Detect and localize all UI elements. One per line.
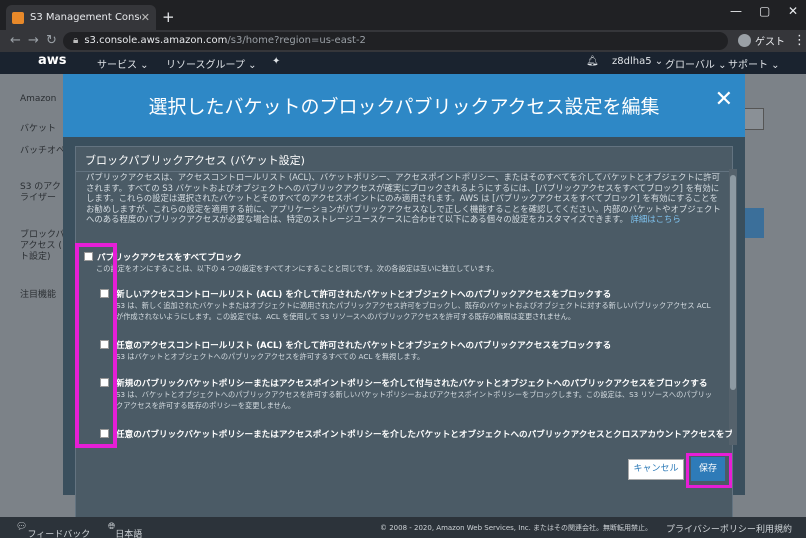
browser-toolbar: ← → ↻ 🔒︎ s3.console.aws.amazon.com/s3/hom… <box>0 30 806 52</box>
support-menu[interactable]: サポート ⌄ <box>728 56 780 71</box>
profile-label: ゲスト <box>755 37 785 48</box>
language-label: 日本語 <box>115 530 143 538</box>
feedback-link[interactable]: 💬︎ フィードバック <box>16 522 90 538</box>
maximize-button[interactable]: ▢ <box>759 4 770 18</box>
browser-tabstrip: S3 Management Console ✕ + — ▢ ✕ <box>0 0 806 30</box>
background-dropdown <box>742 108 764 130</box>
profile-button[interactable]: ゲスト <box>738 33 785 48</box>
opt1-description: S3 は、新しく追加されたバケットまたはオブジェクトに適用されたパブリックアクセ… <box>116 301 711 321</box>
terms-link[interactable]: 利用規約 <box>756 522 792 535</box>
bell-icon[interactable]: 🔔︎ <box>586 56 599 67</box>
back-arrow-icon[interactable]: ← <box>10 33 21 48</box>
close-icon[interactable]: ✕ <box>715 87 733 112</box>
modal-header: 選択したバケットのブロックパブリックアクセス設定を編集 ✕ <box>63 74 745 137</box>
minimize-button[interactable]: — <box>730 4 742 18</box>
menu-kebab-icon[interactable]: ⋮ <box>793 33 806 48</box>
avatar-icon <box>738 34 751 47</box>
opt4-label: 任意のパブリックバケットポリシーまたはアクセスポイントポリシーを介したバケットと… <box>116 430 732 440</box>
sidebar-item-block-public-access[interactable]: ブロックパ アクセス ( ト設定) <box>20 230 65 263</box>
aws-favicon-icon <box>12 11 24 24</box>
save-highlight-box <box>686 453 732 488</box>
privacy-link[interactable]: プライバシーポリシー <box>666 522 756 535</box>
block-all-label: パブリックアクセスをすべてブロック <box>97 253 242 263</box>
section-title: ブロックパブリックアクセス (バケット設定) <box>85 154 305 167</box>
browser-tab[interactable]: S3 Management Console ✕ <box>6 5 156 30</box>
tab-title: S3 Management Console <box>30 12 141 23</box>
services-menu[interactable]: サービス ⌄ <box>97 56 149 71</box>
sidebar-item-access-analyzer[interactable]: S3 のアク ライザー <box>20 182 61 204</box>
url-host: s3.console.aws.amazon.com <box>84 35 228 46</box>
forward-arrow-icon[interactable]: → <box>28 33 39 48</box>
lock-icon: 🔒︎ <box>73 35 79 46</box>
sidebar-item-batch[interactable]: バッチオペ <box>20 146 65 157</box>
aws-navbar: aws サービス ⌄ リソースグループ ⌄ ✦ 🔔︎ z8dlha5 ⌄ グロー… <box>0 52 806 74</box>
aws-logo[interactable]: aws <box>38 53 67 68</box>
feedback-label: フィードバック <box>27 530 91 538</box>
opt3-description: S3 は、バケットとオブジェクトへのパブリックアクセスを許可する新しいバケットポ… <box>116 390 713 410</box>
window-close-button[interactable]: ✕ <box>788 4 798 18</box>
pin-icon[interactable]: ✦ <box>272 56 280 67</box>
opt1-label: 新しいアクセスコントロールリスト (ACL) を介して許可されたバケットとオブジ… <box>116 290 612 300</box>
background-blue-block <box>742 208 764 238</box>
s3-sidebar: Amazon バケット バッチオペ S3 のアク ライザー ブロックパ アクセス… <box>0 74 70 517</box>
account-menu[interactable]: z8dlha5 ⌄ <box>612 56 663 67</box>
sidebar-item-amazon[interactable]: Amazon <box>20 94 56 105</box>
resource-groups-menu[interactable]: リソースグループ ⌄ <box>166 56 256 71</box>
copyright-text: © 2008 - 2020, Amazon Web Services, Inc.… <box>380 524 653 532</box>
panel-content: パブリックアクセスは、アクセスコントロールリスト (ACL)、バケットポリシー、… <box>84 172 732 446</box>
cancel-button[interactable]: キャンセル <box>628 459 684 480</box>
description-text: パブリックアクセスは、アクセスコントロールリスト (ACL)、バケットポリシー、… <box>86 172 726 225</box>
reload-icon[interactable]: ↻ <box>46 33 57 48</box>
sidebar-item-featured[interactable]: 注目機能 <box>20 290 56 301</box>
aws-footer: 💬︎ フィードバック 🌐︎ 日本語 © 2008 - 2020, Amazon … <box>0 517 806 538</box>
new-tab-button[interactable]: + <box>162 8 175 26</box>
opt2-label: 任意のアクセスコントロールリスト (ACL) を介して許可されたバケットとオブジ… <box>116 341 612 351</box>
language-selector[interactable]: 🌐︎ 日本語 <box>108 522 142 538</box>
block-all-description: この設定をオンにすることは、以下の 4 つの設定をすべてオンにすることと同じです… <box>96 264 499 273</box>
modal-title: 選択したバケットのブロックパブリックアクセス設定を編集 <box>148 96 660 118</box>
sidebar-item-buckets[interactable]: バケット <box>20 124 56 135</box>
url-path: /s3/home?region=us-east-2 <box>227 35 366 46</box>
opt2-description: S3 はバケットとオブジェクトへのパブリックアクセスを許可するすべての ACL … <box>116 352 425 361</box>
checkbox-highlight-box <box>75 243 117 448</box>
address-bar[interactable]: 🔒︎ s3.console.aws.amazon.com/s3/home?regi… <box>63 32 728 50</box>
description-body: パブリックアクセスは、アクセスコントロールリスト (ACL)、バケットポリシー、… <box>86 172 721 224</box>
learn-more-link[interactable]: 詳細はこちら <box>631 214 681 224</box>
region-menu[interactable]: グローバル ⌄ <box>665 56 726 71</box>
tab-close-icon[interactable]: ✕ <box>141 11 150 24</box>
opt3-label: 新規のパブリックバケットポリシーまたはアクセスポイントポリシーを介して付与された… <box>116 379 708 389</box>
